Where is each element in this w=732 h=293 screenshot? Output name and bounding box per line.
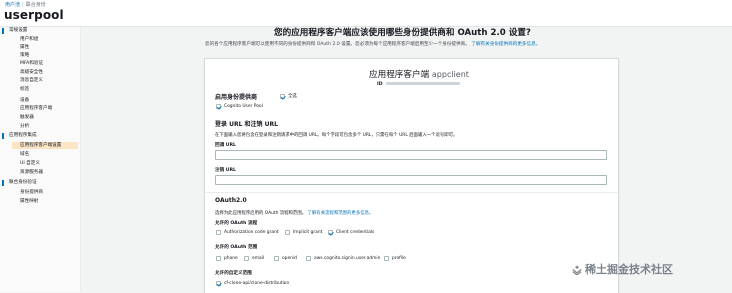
sidebar-item-resource-servers[interactable]: 资源服务器 (20, 170, 43, 175)
sidebar-item-app-client-settings[interactable]: 应用程序客户端设置 (12, 142, 78, 149)
sidebar: 常规设置 用户和组 属性 策略 MFA和验证 高级安全性 消息自定义 标签 设备… (0, 27, 81, 292)
select-all-label: 全选 (288, 94, 297, 99)
provider-cognito-checkbox[interactable]: Cognito User Pool (216, 104, 263, 109)
flow-authorization-code-label: Authorization code grant (224, 230, 279, 235)
sidebar-item-analytics[interactable]: 分析 (20, 124, 29, 129)
scope-phone-label: phone (224, 256, 238, 261)
sidebar-item-policies[interactable]: 策略 (20, 53, 29, 58)
client-id: ID (377, 82, 460, 87)
sidebar-item-users-groups[interactable]: 用户和组 (20, 37, 38, 42)
client-name: appclient (431, 70, 469, 79)
provider-cognito-label: Cognito User Pool (224, 104, 263, 109)
oauth-flows-label: 允许的 OAuth 流程 (215, 221, 258, 226)
scope-email-checkbox[interactable]: email (244, 256, 264, 261)
sidebar-section-general[interactable]: 常规设置 (9, 28, 27, 33)
client-title: 应用程序客户端 appclient (369, 68, 469, 80)
flow-client-credentials-checkbox[interactable]: Client credentials (328, 230, 374, 235)
section-marker (2, 133, 4, 139)
checkbox-box[interactable] (244, 256, 249, 261)
pool-title: userpool (4, 8, 64, 22)
checkbox-box[interactable] (274, 256, 279, 261)
section-marker (2, 180, 4, 186)
checkbox-box[interactable] (328, 230, 333, 235)
sidebar-item-mfa[interactable]: MFA和验证 (20, 61, 43, 66)
checkbox-box[interactable] (384, 256, 389, 261)
client-title-label: 应用程序客户端 (369, 70, 430, 80)
sidebar-item-message-customizations[interactable]: 消息自定义 (20, 78, 43, 83)
page-description: 您的各个应用程序客户端可以使用不同的身份提供商和 OAuth 2.0 设置。您必… (205, 41, 540, 47)
scope-openid-checkbox[interactable]: openid (274, 256, 297, 261)
sidebar-item-identity-providers[interactable]: 身份提供商 (20, 190, 43, 195)
header-bar: 用户池 | 联合身份 userpool (0, 0, 732, 27)
signout-url-input[interactable] (215, 175, 607, 185)
oauth-scopes-label: 允许的 OAuth 范围 (215, 245, 258, 250)
urls-heading: 登录 URL 和注销 URL (215, 121, 278, 128)
urls-description: 在下面输入您将包含在登录和注销请求中的回调 URL。每个字段可包含多个 URL，… (215, 133, 458, 138)
scope-aws-admin-checkbox[interactable]: aws.cognito.signin.user.admin (306, 256, 380, 261)
oauth-description: 选择为此应用程序启用的 OAuth 流程和范围。 了解有关流程和范围的更多信息。 (215, 210, 373, 216)
sidebar-item-attributes[interactable]: 属性 (20, 45, 29, 50)
sidebar-item-triggers[interactable]: 触发器 (20, 115, 34, 120)
checkbox-box[interactable] (285, 230, 290, 235)
sidebar-item-attribute-mapping[interactable]: 属性映射 (20, 199, 38, 204)
sidebar-item-tags[interactable]: 标签 (20, 87, 29, 92)
watermark: 稀土掘金技术社区 (572, 261, 673, 277)
providers-heading: 启用身份提供商 (215, 94, 258, 101)
checkbox-box[interactable] (216, 230, 221, 235)
watermark-text: 稀土掘金技术社区 (585, 263, 673, 276)
custom-scope-clone-distribution-label: cf-clone-api/clone-distribution (224, 281, 290, 286)
learn-more-flows-link[interactable]: 了解有关流程和范围的更多信息。 (308, 211, 374, 216)
sidebar-section-federation[interactable]: 联合身份验证 (9, 180, 37, 185)
breadcrumb: 用户池 | 联合身份 (5, 1, 46, 8)
flow-client-credentials-label: Client credentials (336, 230, 375, 235)
scope-phone-checkbox[interactable]: phone (216, 256, 238, 261)
sidebar-item-advanced-security[interactable]: 高级安全性 (20, 70, 43, 75)
checkbox-box[interactable] (280, 93, 285, 99)
section-marker (2, 28, 4, 34)
checkbox-box[interactable] (216, 256, 221, 261)
client-id-redacted (385, 82, 460, 85)
section-divider (205, 192, 618, 193)
page-description-text: 您的各个应用程序客户端可以使用不同的身份提供商和 OAuth 2.0 设置。您必… (205, 42, 470, 47)
callback-url-label: 回调 URL (215, 143, 236, 148)
client-id-label: ID (377, 82, 383, 87)
flow-implicit-grant-label: Implicit grant (293, 230, 323, 235)
checkbox-box[interactable] (216, 104, 221, 109)
scope-aws-admin-label: aws.cognito.signin.user.admin (314, 256, 381, 261)
custom-scope-clone-distribution-checkbox[interactable]: cf-clone-api/clone-distribution (216, 281, 289, 286)
signout-url-label: 注销 URL (215, 168, 236, 173)
flow-implicit-grant-checkbox[interactable]: Implicit grant (285, 230, 322, 235)
scope-profile-checkbox[interactable]: profile (384, 256, 406, 261)
oauth-heading: OAuth2.0 (215, 197, 247, 204)
scope-profile-label: profile (392, 256, 406, 261)
custom-scopes-label: 允许的自定义范围 (215, 271, 252, 276)
page-title: 您的应用程序客户端应该使用哪些身份提供商和 OAuth 2.0 设置? (274, 28, 531, 38)
oauth-description-text: 选择为此应用程序启用的 OAuth 流程和范围。 (215, 211, 307, 216)
flow-authorization-code-checkbox[interactable]: Authorization code grant (216, 230, 279, 235)
sidebar-section-app-integration[interactable]: 应用程序集成 (9, 133, 37, 138)
app-client-card: 应用程序客户端 appclient ID 启用身份提供商 全选 Cognito … (204, 58, 619, 293)
checkbox-box[interactable] (306, 256, 311, 261)
scope-openid-label: openid (282, 256, 297, 261)
sidebar-item-devices[interactable]: 设备 (20, 98, 29, 103)
checkbox-box[interactable] (216, 281, 221, 286)
juejin-logo-icon (572, 265, 582, 275)
sidebar-item-app-clients[interactable]: 应用程序客户端 (20, 106, 52, 111)
sidebar-item-domain-name[interactable]: 域名 (20, 152, 29, 157)
select-all-checkbox[interactable]: 全选 (280, 93, 297, 99)
scope-email-label: email (252, 256, 265, 261)
sidebar-item-ui-customization[interactable]: UI 自定义 (20, 161, 40, 166)
callback-url-input[interactable] (215, 150, 607, 160)
learn-more-identity-providers-link[interactable]: 了解有关身份提供商的更多信息。 (471, 42, 540, 47)
